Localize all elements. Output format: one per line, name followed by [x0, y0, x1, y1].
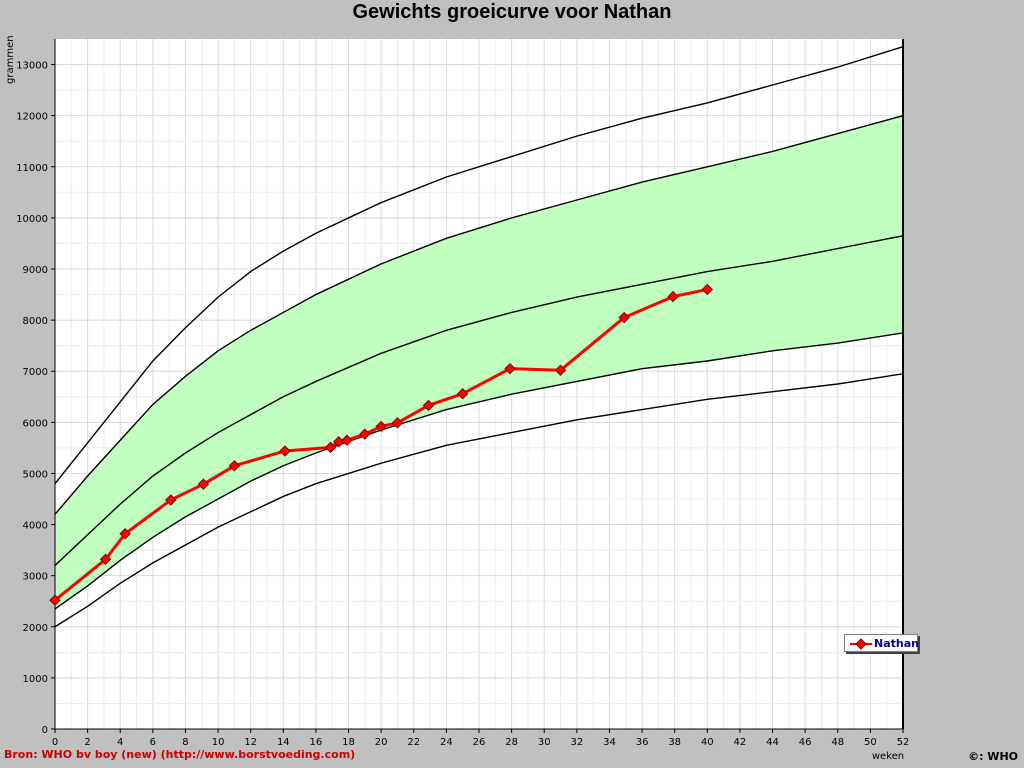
y-tick-label: 10000	[16, 214, 48, 225]
x-tick-label: 18	[342, 737, 355, 748]
y-tick-label: 1000	[23, 674, 48, 685]
y-tick-label: 13000	[16, 61, 48, 72]
legend: Nathan	[844, 634, 919, 652]
legend-label-nathan: Nathan	[874, 637, 919, 650]
x-tick-label: 24	[440, 737, 453, 748]
y-tick-label: 0	[42, 725, 48, 736]
x-tick-label: 22	[407, 737, 420, 748]
y-axis-label: grammen	[5, 35, 16, 84]
y-tick-label: 2000	[23, 623, 48, 634]
x-tick-label: 42	[734, 737, 747, 748]
x-tick-label: 12	[244, 737, 257, 748]
x-tick-label: 52	[897, 737, 910, 748]
x-tick-label: 20	[375, 737, 388, 748]
x-tick-label: 14	[277, 737, 290, 748]
y-tick-label: 5000	[23, 469, 48, 480]
x-tick-label: 26	[473, 737, 486, 748]
y-tick-label: 11000	[16, 163, 48, 174]
x-tick-label: 28	[505, 737, 518, 748]
copyright-text: ©: WHO	[968, 750, 1018, 763]
x-tick-label: 30	[538, 737, 551, 748]
x-tick-label: 44	[766, 737, 779, 748]
y-tick-label: 3000	[23, 572, 48, 583]
x-tick-label: 10	[212, 737, 225, 748]
growth-chart: 0 2 4 6 8 10 12 14 16 18 20 22 24 26 28 30 32 34 36 38 40 42 4…	[5, 35, 910, 762]
x-tick-label: 40	[701, 737, 714, 748]
legend-swatch-icon	[850, 638, 872, 650]
x-tick-label: 4	[117, 737, 123, 748]
y-tick-label: 4000	[23, 521, 48, 532]
y-tick-label: 6000	[23, 418, 48, 429]
y-tick-label: 8000	[23, 316, 48, 327]
x-tick-label: 32	[570, 737, 583, 748]
x-tick-label: 2	[84, 737, 90, 748]
x-tick-label: 36	[636, 737, 649, 748]
x-tick-label: 8	[182, 737, 188, 748]
y-tick-label: 7000	[23, 367, 48, 378]
x-tick-label: 34	[603, 737, 616, 748]
x-tick-label: 46	[799, 737, 812, 748]
y-tick-label: 9000	[23, 265, 48, 276]
x-axis-label: weken	[872, 751, 904, 762]
x-tick-label: 0	[52, 737, 58, 748]
y-tick-label: 12000	[16, 112, 48, 123]
x-tick-label: 16	[310, 737, 323, 748]
x-tick-label: 6	[150, 737, 156, 748]
source-text: Bron: WHO bv boy (new) (http://www.borst…	[4, 748, 356, 761]
x-tick-label: 38	[668, 737, 681, 748]
x-tick-label: 50	[864, 737, 877, 748]
x-tick-label: 48	[831, 737, 844, 748]
